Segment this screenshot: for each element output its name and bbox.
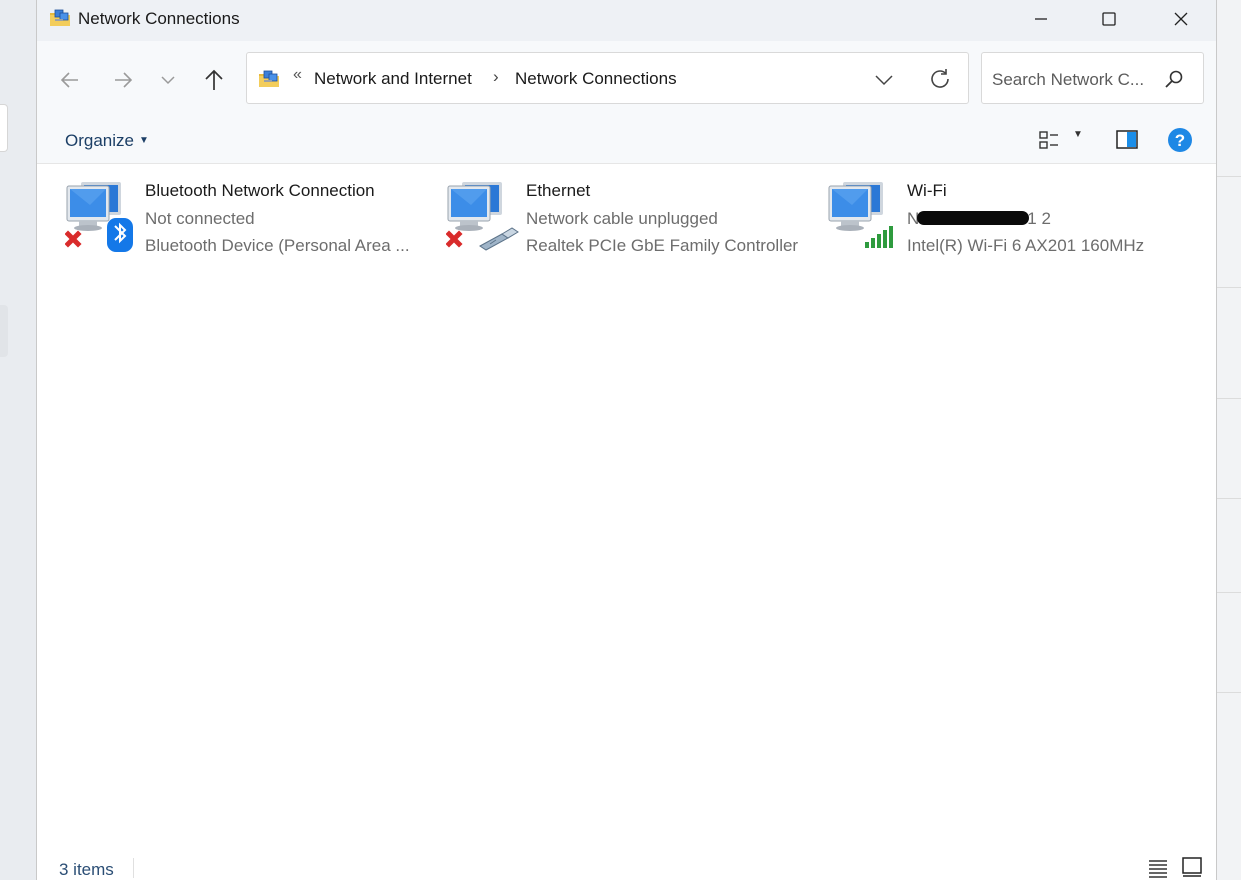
error-x-icon (445, 230, 463, 248)
change-view-button[interactable] (1037, 128, 1061, 152)
connection-status: N1 2 (907, 209, 1051, 229)
background-window-right (1215, 0, 1241, 880)
connection-status: Network cable unplugged (526, 209, 718, 228)
preview-pane-icon (1116, 130, 1138, 149)
network-folder-icon (49, 7, 71, 29)
help-button[interactable]: ? (1167, 127, 1193, 153)
connection-item-ethernet[interactable]: Ethernet Network cable unplugged Realtek… (445, 164, 816, 264)
address-dropdown-button[interactable] (873, 68, 897, 90)
view-options-icon (1039, 131, 1058, 149)
explorer-window: Network Connections « Network and Intern… (36, 0, 1217, 880)
connection-name: Wi-Fi (907, 181, 947, 200)
forward-button[interactable] (108, 65, 138, 95)
title-bar[interactable]: Network Connections (37, 0, 1216, 41)
network-computers-icon (64, 180, 139, 254)
chevron-down-icon (875, 75, 893, 86)
close-button[interactable] (1157, 0, 1205, 38)
item-count: 3 items (59, 860, 114, 879)
connection-device: Bluetooth Device (Personal Area ... (145, 236, 410, 255)
connection-item-bluetooth[interactable]: Bluetooth Network Connection Not connect… (64, 164, 435, 264)
preview-pane-button[interactable] (1115, 128, 1139, 152)
error-x-icon (64, 230, 82, 248)
connection-status: Not connected (145, 209, 255, 228)
chevron-down-icon (161, 76, 175, 85)
ethernet-cable-icon (479, 227, 519, 251)
connections-list: Bluetooth Network Connection Not connect… (37, 164, 1216, 844)
connection-name: Bluetooth Network Connection (145, 181, 375, 200)
caret-down-icon: ▼ (138, 135, 149, 146)
command-bar: Organize ▼ ▼ ? (37, 116, 1216, 164)
search-box[interactable]: Search Network C... (981, 52, 1204, 104)
large-icons-view-icon (1182, 857, 1202, 877)
connection-name: Ethernet (526, 181, 591, 200)
window-title: Network Connections (78, 9, 240, 28)
large-icons-view-button[interactable] (1181, 856, 1203, 878)
network-computers-icon (445, 180, 520, 254)
background-window-edge (0, 305, 8, 357)
arrow-left-icon (60, 72, 78, 88)
network-folder-icon (258, 68, 280, 90)
details-view-button[interactable] (1147, 858, 1169, 878)
search-input[interactable]: Search Network C... (992, 70, 1144, 90)
up-button[interactable] (199, 65, 229, 95)
minimize-button[interactable] (1017, 0, 1065, 38)
network-computers-icon (827, 180, 901, 254)
divider (133, 858, 134, 878)
refresh-icon (931, 69, 949, 88)
breadcrumb-overflow[interactable]: « (293, 66, 302, 84)
connection-item-wifi[interactable]: Wi-Fi N1 2 Intel(R) Wi-Fi 6 AX201 160MHz (827, 164, 1207, 264)
wifi-signal-icon (865, 226, 893, 248)
help-icon: ? (1168, 128, 1192, 152)
arrow-right-icon (115, 72, 133, 88)
status-bar: 3 items (37, 850, 1216, 880)
refresh-button[interactable] (927, 66, 953, 92)
svg-text:?: ? (1175, 131, 1185, 150)
connection-device: Realtek PCIe GbE Family Controller (526, 236, 799, 255)
search-icon[interactable] (1164, 69, 1184, 89)
breadcrumb-network-connections[interactable]: Network Connections (515, 69, 677, 89)
details-view-icon (1149, 860, 1167, 878)
organize-label: Organize (65, 131, 134, 150)
recent-locations-button[interactable] (153, 65, 183, 95)
back-button[interactable] (55, 65, 85, 95)
maximize-button[interactable] (1085, 0, 1133, 38)
caret-down-icon[interactable]: ▼ (1073, 129, 1083, 140)
breadcrumb-network-and-internet[interactable]: Network and Internet (314, 69, 472, 89)
breadcrumb-separator[interactable]: › (493, 67, 499, 87)
background-window-edge (0, 104, 8, 152)
organize-button[interactable]: Organize ▼ (65, 131, 149, 151)
arrow-up-icon (205, 69, 223, 90)
address-bar[interactable]: « Network and Internet › Network Connect… (246, 52, 969, 104)
redaction-mark (917, 211, 1030, 225)
navigation-bar: « Network and Internet › Network Connect… (37, 41, 1216, 116)
connection-device: Intel(R) Wi-Fi 6 AX201 160MHz (907, 236, 1145, 255)
network-name-suffix: 1 2 (1027, 209, 1051, 228)
